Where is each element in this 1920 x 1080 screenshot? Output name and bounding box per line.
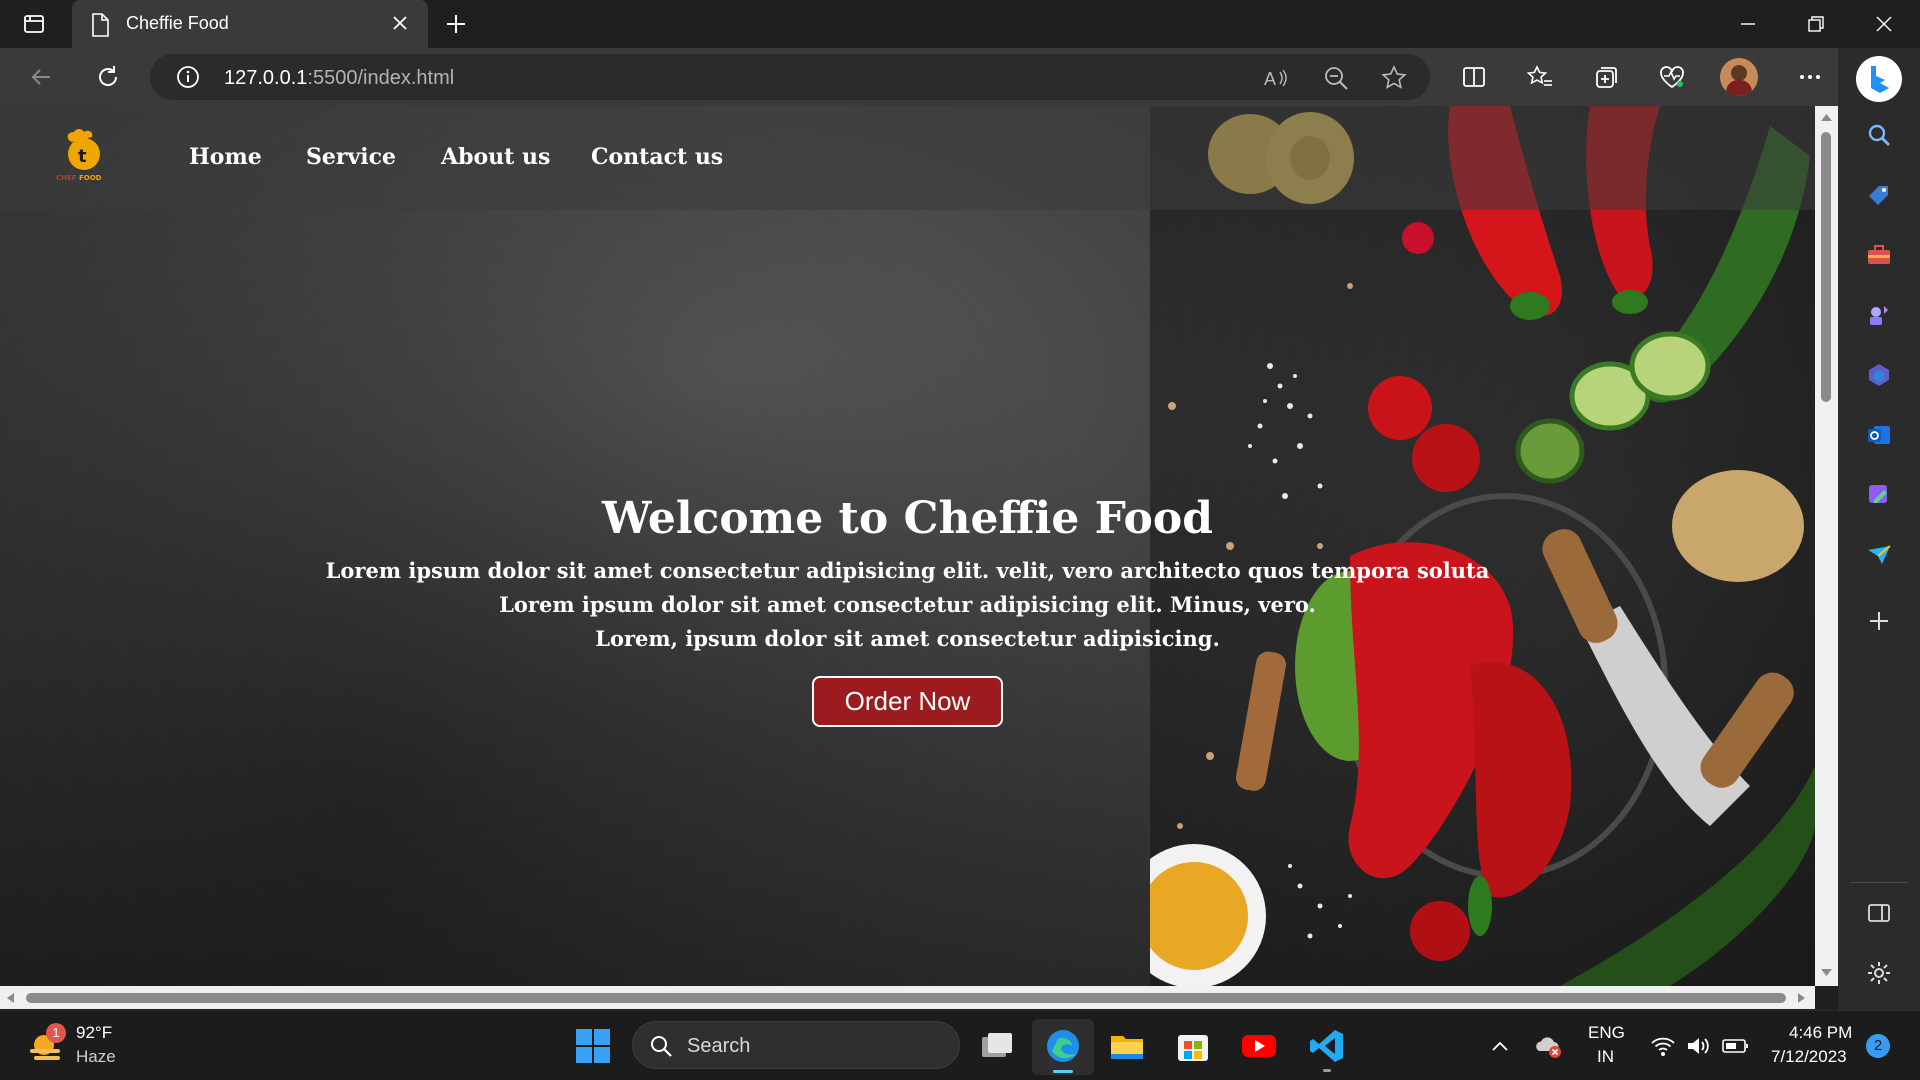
browser-tab-active[interactable]: Cheffie Food xyxy=(72,0,428,48)
back-icon[interactable] xyxy=(28,63,56,91)
scroll-up-icon[interactable] xyxy=(1820,112,1833,122)
settings-gear-icon[interactable] xyxy=(1866,960,1892,986)
restore-icon[interactable] xyxy=(1804,12,1828,36)
weather-widget[interactable]: 1 xyxy=(26,1023,66,1067)
language-code[interactable]: ENG xyxy=(1588,1023,1625,1043)
read-aloud-icon[interactable]: A xyxy=(1262,64,1290,92)
drop-send-icon[interactable] xyxy=(1866,542,1892,568)
vertical-scrollbar[interactable] xyxy=(1815,106,1838,986)
microsoft-365-icon[interactable] xyxy=(1866,362,1892,388)
edge-sidebar xyxy=(1838,48,1920,1010)
taskbar-edge-active[interactable] xyxy=(1032,1019,1094,1075)
horizontal-scrollbar[interactable] xyxy=(0,986,1815,1009)
hide-sidebar-icon[interactable] xyxy=(1866,900,1892,926)
site-logo[interactable]: t CHEF FOOD xyxy=(56,126,116,192)
url-text: 127.0.0.1:5500/index.html xyxy=(224,67,454,90)
browser-essentials-icon[interactable] xyxy=(1658,63,1686,91)
svg-text:A: A xyxy=(1264,69,1276,89)
favorite-star-icon[interactable] xyxy=(1380,64,1408,92)
shopping-tag-icon[interactable] xyxy=(1866,182,1892,208)
windows-start-icon[interactable] xyxy=(574,1027,612,1065)
edge-browser-icon xyxy=(1047,1030,1079,1062)
clock-date[interactable]: 7/12/2023 xyxy=(1771,1047,1847,1067)
tools-icon[interactable] xyxy=(1866,242,1892,268)
games-icon[interactable] xyxy=(1866,302,1892,328)
wifi-icon[interactable] xyxy=(1650,1035,1676,1057)
youtube-icon[interactable] xyxy=(1240,1027,1278,1065)
hero-text-line-1: Lorem ipsum dolor sit amet consectetur a… xyxy=(325,558,1490,583)
scroll-right-icon[interactable] xyxy=(1797,992,1807,1004)
show-hidden-icons-chevron[interactable] xyxy=(1490,1037,1510,1057)
hero-text-line-3: Lorem, ipsum dolor sit amet consectetur … xyxy=(595,626,1220,651)
minimize-icon[interactable] xyxy=(1736,12,1760,36)
new-tab-icon[interactable] xyxy=(444,12,468,36)
close-tab-icon[interactable] xyxy=(390,13,410,33)
taskbar-search-box[interactable]: Search xyxy=(632,1021,960,1069)
sidebar-divider xyxy=(1850,882,1908,883)
vscode-running-indicator xyxy=(1323,1069,1331,1072)
weather-temp: 92°F xyxy=(76,1023,113,1042)
notification-badge[interactable]: 2 xyxy=(1866,1034,1890,1058)
scroll-down-icon[interactable] xyxy=(1820,968,1833,978)
language-region[interactable]: IN xyxy=(1597,1047,1614,1067)
weather-alert-badge: 1 xyxy=(46,1023,66,1043)
site-info-icon[interactable] xyxy=(176,65,200,89)
nav-contact-us[interactable]: Contact us xyxy=(591,144,723,170)
task-view-icon[interactable] xyxy=(978,1027,1016,1065)
web-page-viewport: t CHEF FOOD Home Service About us Contac… xyxy=(0,106,1815,986)
logo-text: CHEF FOOD xyxy=(56,174,102,182)
search-icon[interactable] xyxy=(1866,122,1892,148)
zoom-out-icon[interactable] xyxy=(1322,64,1350,92)
bing-chat-icon[interactable] xyxy=(1856,56,1902,102)
site-header: t CHEF FOOD Home Service About us Contac… xyxy=(0,106,1815,210)
address-bar[interactable]: 127.0.0.1:5500/index.html A xyxy=(150,54,1430,100)
food-image xyxy=(1150,106,1815,986)
chef-hat-icon: t xyxy=(67,129,100,170)
nav-service[interactable]: Service xyxy=(306,144,396,170)
file-explorer-icon[interactable] xyxy=(1108,1027,1146,1065)
order-now-button[interactable]: Order Now xyxy=(812,676,1003,727)
tab-actions-icon[interactable] xyxy=(22,12,46,36)
profile-avatar[interactable] xyxy=(1720,58,1758,96)
nav-about-us[interactable]: About us xyxy=(441,144,550,170)
svg-text:t: t xyxy=(78,146,87,167)
scroll-left-icon[interactable] xyxy=(5,992,15,1004)
logo-text-left: CHEF xyxy=(56,174,77,182)
browser-toolbar: 127.0.0.1:5500/index.html A xyxy=(0,48,1920,106)
tab-title: Cheffie Food xyxy=(126,13,229,33)
horizontal-scroll-thumb[interactable] xyxy=(26,993,1786,1003)
taskbar-search-label: Search xyxy=(687,1035,751,1057)
collections-icon[interactable] xyxy=(1592,63,1620,91)
nav-home[interactable]: Home xyxy=(189,144,262,170)
clock-time[interactable]: 4:46 PM xyxy=(1789,1023,1852,1043)
url-host: 127.0.0.1 xyxy=(224,67,308,89)
volume-icon[interactable] xyxy=(1686,1035,1712,1057)
microsoft-store-icon[interactable] xyxy=(1174,1027,1212,1065)
add-app-icon[interactable] xyxy=(1866,608,1892,634)
designer-icon[interactable] xyxy=(1866,482,1892,508)
favorites-icon[interactable] xyxy=(1526,63,1554,91)
weather-desc: Haze xyxy=(76,1047,116,1066)
hero-title: Welcome to Cheffie Food xyxy=(602,493,1213,544)
hero-text-line-2: Lorem ipsum dolor sit amet consectetur a… xyxy=(499,592,1316,617)
url-path: :5500/index.html xyxy=(307,67,455,89)
vertical-scroll-thumb[interactable] xyxy=(1821,132,1831,402)
vscode-icon[interactable] xyxy=(1308,1027,1346,1065)
more-options-icon[interactable] xyxy=(1796,63,1824,91)
onedrive-error-icon[interactable] xyxy=(1534,1033,1562,1059)
windows-taskbar: 1 92°F Haze Search ENG IN 4:46 PM 7/12/2… xyxy=(0,1010,1920,1080)
logo-text-right: FOOD xyxy=(79,174,102,182)
battery-icon[interactable] xyxy=(1722,1037,1750,1055)
split-screen-icon[interactable] xyxy=(1460,63,1488,91)
outlook-icon[interactable] xyxy=(1866,422,1892,448)
browser-title-bar: Cheffie Food xyxy=(0,0,1920,48)
page-icon xyxy=(92,13,109,37)
taskbar-search-icon xyxy=(651,1036,672,1057)
close-window-icon[interactable] xyxy=(1872,12,1896,36)
refresh-icon[interactable] xyxy=(94,63,122,91)
